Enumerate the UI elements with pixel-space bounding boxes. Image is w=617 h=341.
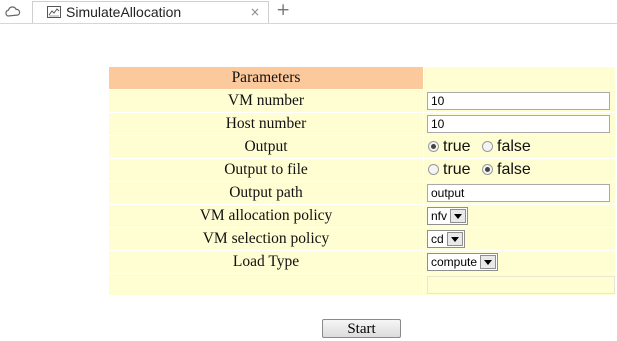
vm-selection-policy-label: VM selection policy: [109, 228, 423, 250]
vm-selection-policy-cell: cd: [424, 228, 615, 250]
table-row: Load Type compute: [109, 251, 615, 273]
output-to-file-true-radio[interactable]: [428, 164, 439, 175]
output-to-file-true-label[interactable]: true: [443, 161, 471, 178]
output-to-file-label: Output to file: [109, 159, 423, 181]
new-tab-button[interactable]: +: [276, 0, 290, 20]
cloud-icon[interactable]: [5, 4, 21, 20]
table-row: VM allocation policy nfv: [109, 205, 615, 227]
vm-number-cell: [424, 90, 615, 112]
output-to-file-cell: true false: [424, 159, 615, 181]
output-cell: true false: [424, 136, 615, 158]
output-path-label: Output path: [109, 182, 423, 204]
table-row: Output true false: [109, 136, 615, 158]
table-row: Output to file true false: [109, 159, 615, 181]
output-radio-group: true false: [427, 138, 537, 155]
output-label: Output: [109, 136, 423, 158]
table-row: Host number: [109, 113, 615, 135]
output-path-input[interactable]: [427, 184, 610, 202]
host-number-cell: [424, 113, 615, 135]
load-type-select[interactable]: compute: [427, 253, 499, 271]
parameters-header: Parameters: [109, 67, 423, 89]
table-header-row: Parameters: [109, 67, 615, 89]
empty-label-cell: [109, 274, 423, 295]
table-row: VM number: [109, 90, 615, 112]
load-type-label: Load Type: [109, 251, 423, 273]
load-type-cell: compute: [424, 251, 615, 273]
tab-strip: SimulateAllocation × +: [0, 0, 617, 24]
vm-number-input[interactable]: [427, 92, 610, 110]
tab-strip-divider: [0, 23, 617, 24]
empty-value-cell: [424, 274, 615, 295]
table-row-empty: [109, 274, 615, 295]
vm-selection-policy-select[interactable]: cd: [427, 230, 465, 248]
host-number-input[interactable]: [427, 115, 610, 133]
empty-input[interactable]: [427, 275, 615, 294]
vm-number-label: VM number: [109, 90, 423, 112]
output-to-file-false-radio[interactable]: [482, 164, 494, 175]
vm-allocation-policy-label: VM allocation policy: [109, 205, 423, 227]
close-icon[interactable]: ×: [250, 5, 260, 19]
tab-title: SimulateAllocation: [66, 4, 182, 20]
vm-allocation-policy-select[interactable]: nfv: [427, 207, 469, 225]
tab-simulate-allocation[interactable]: SimulateAllocation ×: [32, 1, 269, 24]
output-to-file-radio-group: true false: [427, 161, 537, 178]
output-true-radio[interactable]: [428, 141, 439, 152]
vm-allocation-policy-value: nfv: [431, 209, 448, 223]
vm-selection-policy-value: cd: [431, 232, 444, 246]
output-path-cell: [424, 182, 615, 204]
output-to-file-false-label[interactable]: false: [497, 161, 531, 178]
output-true-label[interactable]: true: [443, 138, 471, 155]
parameters-table: Parameters VM number Host number Output …: [108, 66, 616, 296]
vm-allocation-policy-cell: nfv: [424, 205, 615, 227]
output-false-radio[interactable]: [482, 141, 494, 152]
load-type-value: compute: [431, 255, 478, 269]
header-empty-cell: [424, 67, 615, 89]
host-number-label: Host number: [109, 113, 423, 135]
chevron-down-icon[interactable]: [446, 232, 463, 246]
start-button[interactable]: Start: [322, 319, 401, 338]
table-row: Output path: [109, 182, 615, 204]
output-false-label[interactable]: false: [497, 138, 531, 155]
chevron-down-icon[interactable]: [450, 209, 467, 223]
chart-icon: [47, 6, 61, 18]
table-row: VM selection policy cd: [109, 228, 615, 250]
chevron-down-icon[interactable]: [480, 255, 497, 269]
